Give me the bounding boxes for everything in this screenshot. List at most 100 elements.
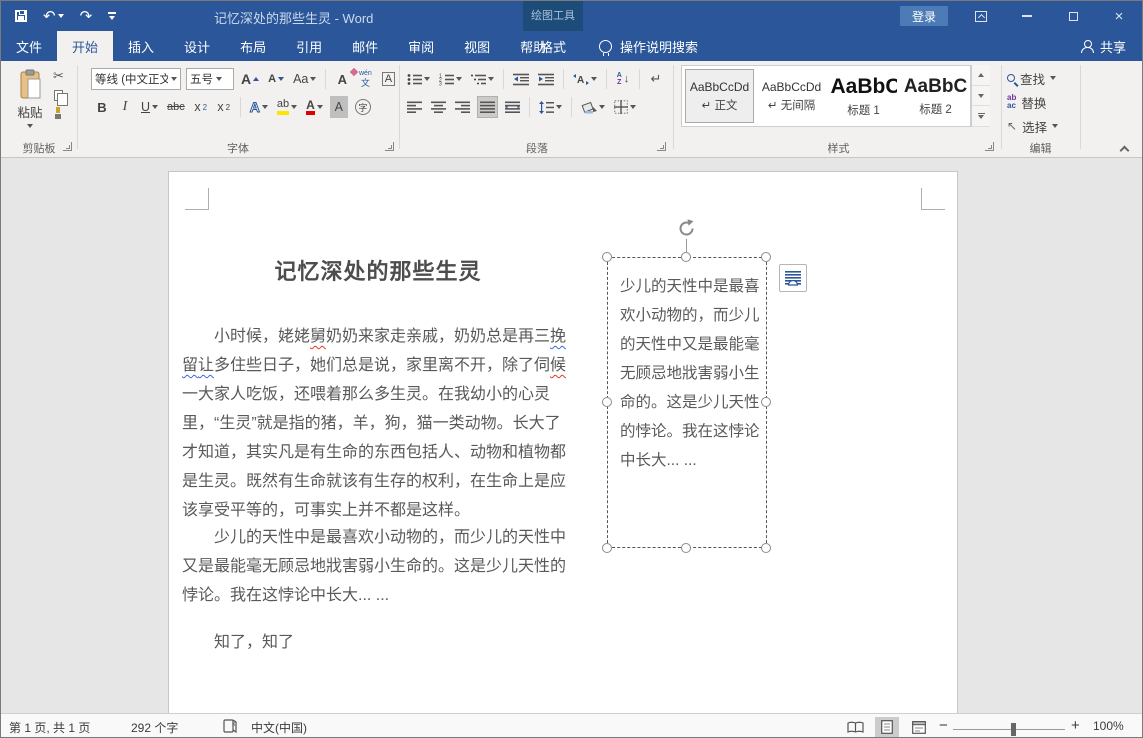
tab-mailings[interactable]: 邮件 [337, 31, 393, 61]
zoom-slider-thumb[interactable] [1011, 723, 1016, 736]
replace-button[interactable]: abac替换 [1007, 92, 1058, 112]
line-spacing-button[interactable] [537, 96, 564, 118]
tab-view[interactable]: 视图 [449, 31, 505, 61]
shading-button[interactable] [579, 96, 607, 118]
borders-button[interactable] [612, 96, 638, 118]
read-mode-button[interactable] [843, 717, 867, 737]
undo-button[interactable]: ↶ [43, 9, 64, 24]
italic-button[interactable]: I [116, 96, 134, 118]
style-normal[interactable]: AaBbCcDd ↵ 正文 [685, 69, 754, 123]
resize-handle-middle-right[interactable] [761, 397, 771, 407]
language-status[interactable]: 中文(中国) [251, 719, 307, 736]
text-box[interactable]: 少儿的天性中是最喜欢小动物的，而少儿的天性中又是最能毫无顾忌地戕害弱小生命的。这… [607, 257, 767, 548]
tab-layout[interactable]: 布局 [225, 31, 281, 61]
resize-handle-bottom-center[interactable] [681, 543, 691, 553]
maximize-button[interactable] [1050, 1, 1096, 31]
tab-file[interactable]: 文件 [1, 31, 57, 61]
styles-dialog-launcher[interactable] [985, 142, 994, 151]
document-heading[interactable]: 记忆深处的那些生灵 [182, 254, 574, 286]
format-painter-button[interactable] [53, 107, 63, 119]
sort-button[interactable]: AZ↓ [614, 68, 632, 90]
character-shading-button[interactable]: A [330, 96, 348, 118]
bullets-button[interactable] [405, 68, 432, 90]
font-color-button[interactable]: A [304, 96, 325, 118]
character-border-button[interactable]: A [379, 68, 397, 90]
zoom-out-button[interactable]: − [939, 717, 948, 734]
cut-button[interactable]: ✂ [53, 68, 64, 84]
text-effects-button[interactable]: A [248, 96, 270, 118]
tab-home[interactable]: 开始 [57, 31, 113, 61]
redo-button[interactable]: ↷ [80, 9, 93, 24]
style-heading1[interactable]: AaBbC 标题 1 [829, 69, 898, 123]
collapse-ribbon-button[interactable] [1120, 146, 1130, 156]
resize-handle-bottom-left[interactable] [602, 543, 612, 553]
asian-layout-button[interactable]: A [571, 68, 599, 90]
page[interactable]: 记忆深处的那些生灵 小时候，姥姥舅奶奶来家走亲戚，奶奶总是再三挽留让多住些日子，… [168, 171, 958, 713]
document-area[interactable]: 记忆深处的那些生灵 小时候，姥姥舅奶奶来家走亲戚，奶奶总是再三挽留让多住些日子，… [1, 158, 1143, 713]
font-size-combo[interactable]: 五号 [186, 68, 234, 90]
strikethrough-button[interactable]: abc [165, 96, 187, 118]
font-name-combo[interactable]: 等线 (中文正文 [91, 68, 181, 90]
clipboard-dialog-launcher[interactable] [63, 142, 72, 151]
shrink-font-button[interactable]: A [266, 68, 286, 90]
layout-options-button[interactable] [779, 264, 807, 292]
align-right-button[interactable] [453, 96, 472, 118]
font-dialog-launcher[interactable] [385, 142, 394, 151]
resize-handle-top-right[interactable] [761, 252, 771, 262]
close-button[interactable]: × [1096, 1, 1142, 31]
resize-handle-top-center[interactable] [681, 252, 691, 262]
paragraph-2[interactable]: 少儿的天性中是最喜欢小动物的，而少儿的天性中又是最能毫无顾忌地戕害弱小生命的。这… [182, 523, 575, 610]
resize-handle-top-left[interactable] [602, 252, 612, 262]
resize-handle-bottom-right[interactable] [761, 543, 771, 553]
clear-formatting-button[interactable]: A [333, 68, 351, 90]
decrease-indent-button[interactable] [511, 68, 531, 90]
styles-scroll-up-button[interactable] [972, 65, 990, 86]
highlight-color-button[interactable]: ab [275, 96, 299, 118]
paragraph-dialog-launcher[interactable] [657, 142, 666, 151]
show-hide-marks-button[interactable]: ↵ [647, 68, 665, 90]
proofing-status-icon[interactable]: x [223, 718, 238, 736]
tab-references[interactable]: 引用 [281, 31, 337, 61]
tab-format-contextual[interactable]: 格式 [523, 31, 583, 61]
change-case-button[interactable]: Aa [291, 68, 318, 90]
style-no-spacing[interactable]: AaBbCcDd ↵ 无间隔 [757, 69, 826, 123]
rotation-handle[interactable] [676, 218, 697, 244]
zoom-slider-track[interactable] [953, 729, 1065, 730]
superscript-button[interactable]: x2 [215, 96, 233, 118]
paste-button[interactable]: 粘贴 [9, 65, 51, 139]
find-button[interactable]: 查找 [1007, 68, 1058, 88]
word-count-status[interactable]: 292 个字 [131, 719, 178, 736]
tab-insert[interactable]: 插入 [113, 31, 169, 61]
phonetic-guide-button[interactable]: wén文 [356, 68, 374, 90]
tab-review[interactable]: 审阅 [393, 31, 449, 61]
grow-font-button[interactable]: A [239, 68, 261, 90]
underline-button[interactable]: U [139, 96, 160, 118]
style-heading2[interactable]: AaBbC 标题 2 [901, 69, 970, 123]
numbering-button[interactable]: 123 [437, 68, 464, 90]
paragraph-1[interactable]: 小时候，姥姥舅奶奶来家走亲戚，奶奶总是再三挽留让多住些日子，她们总是说，家里离不… [182, 322, 575, 525]
minimize-button[interactable] [1004, 1, 1050, 31]
zoom-percentage[interactable]: 100% [1093, 719, 1124, 733]
enclose-characters-button[interactable]: 字 [353, 96, 373, 118]
subscript-button[interactable]: x2 [192, 96, 210, 118]
customize-qat-button[interactable] [108, 12, 116, 20]
web-layout-button[interactable] [907, 717, 931, 737]
styles-gallery-more-button[interactable] [972, 106, 990, 127]
zoom-in-button[interactable]: + [1071, 717, 1080, 734]
sign-in-button[interactable]: 登录 [900, 6, 948, 26]
styles-scroll-down-button[interactable] [972, 86, 990, 107]
page-number-status[interactable]: 第 1 页, 共 1 页 [9, 719, 90, 736]
save-button[interactable] [15, 10, 27, 22]
bold-button[interactable]: B [93, 96, 111, 118]
select-button[interactable]: ↖选择 [1007, 116, 1058, 136]
paragraph-3[interactable]: 知了，知了 [182, 628, 575, 657]
copy-button[interactable] [54, 90, 63, 101]
print-layout-button[interactable] [875, 717, 899, 737]
align-center-button[interactable] [429, 96, 448, 118]
tab-design[interactable]: 设计 [169, 31, 225, 61]
tell-me-search[interactable]: 操作说明搜索 [599, 31, 698, 61]
justify-button[interactable] [477, 96, 498, 118]
multilevel-list-button[interactable] [469, 68, 496, 90]
resize-handle-middle-left[interactable] [602, 397, 612, 407]
align-left-button[interactable] [405, 96, 424, 118]
